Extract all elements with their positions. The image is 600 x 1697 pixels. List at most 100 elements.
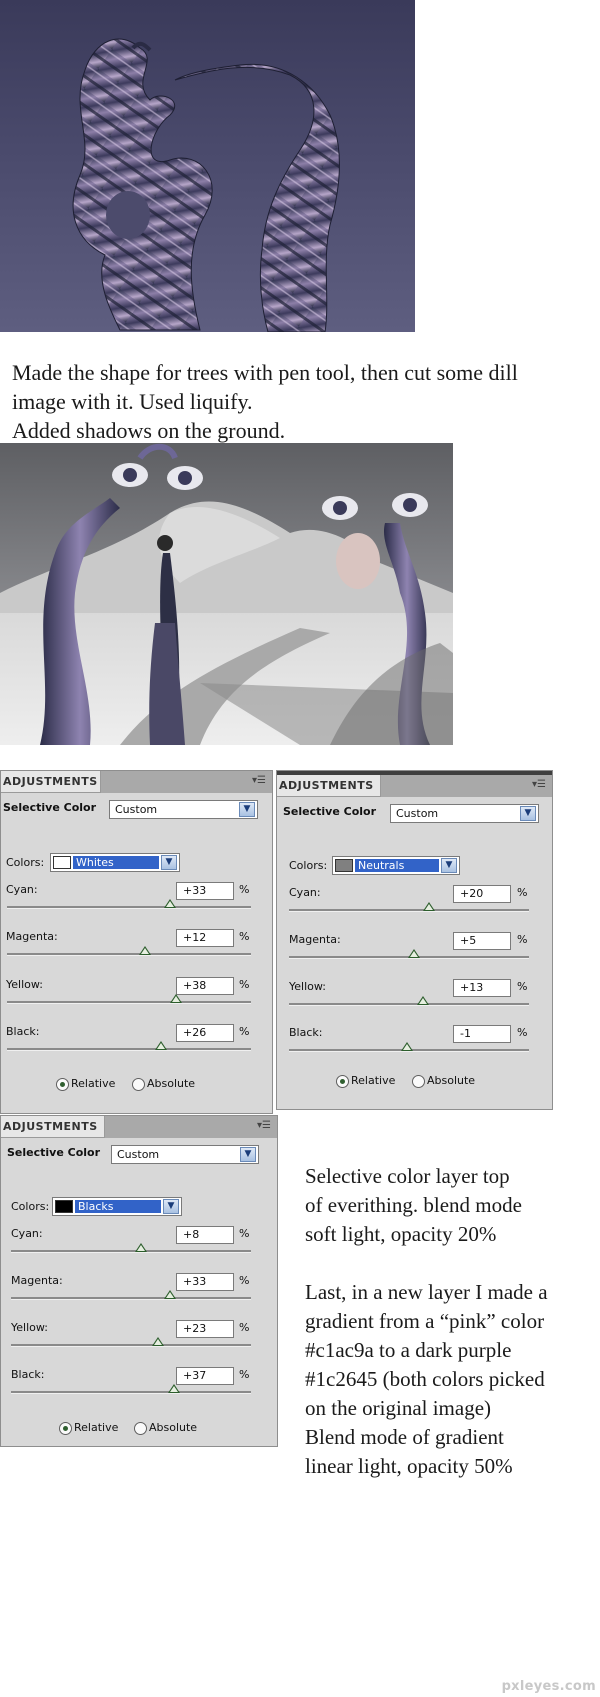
adjustments-panel-blacks: ADJUSTMENTS ▾☰ Selective Color Custom ▼ …	[0, 1115, 278, 1447]
slider-thumb-icon[interactable]	[164, 899, 176, 908]
colors-dropdown[interactable]: Neutrals ▼	[332, 856, 460, 875]
cyan-input[interactable]: +33	[176, 882, 234, 900]
slider-thumb-icon[interactable]	[417, 996, 429, 1005]
magenta-input[interactable]: +33	[176, 1273, 234, 1291]
yellow-label: Yellow:	[289, 980, 326, 993]
caption-line: soft light, opacity 20%	[305, 1222, 497, 1246]
relative-radio[interactable]	[336, 1075, 349, 1088]
preset-value: Custom	[115, 803, 158, 816]
caption-line: Blend mode of gradient	[305, 1425, 504, 1449]
caption-line: #1c2645 (both colors picked	[305, 1367, 545, 1391]
magenta-input[interactable]: +12	[176, 929, 234, 947]
panel-menu-icon[interactable]: ▾☰	[252, 775, 266, 786]
magenta-input[interactable]: +5	[453, 932, 511, 950]
dropdown-arrow-icon[interactable]: ▼	[240, 1147, 256, 1162]
caption-line: Selective color layer top	[305, 1164, 510, 1188]
magenta-label: Magenta:	[11, 1274, 63, 1287]
black-input[interactable]: -1	[453, 1025, 511, 1043]
tree-shapes-illustration	[72, 38, 340, 332]
preset-dropdown[interactable]: Custom ▼	[109, 800, 258, 819]
caption-line: Added shadows on the ground.	[12, 418, 286, 443]
preset-value: Custom	[396, 807, 439, 820]
yellow-slider-track[interactable]	[289, 1003, 529, 1006]
magenta-label: Magenta:	[6, 930, 58, 943]
cyan-label: Cyan:	[11, 1227, 43, 1240]
slider-thumb-icon[interactable]	[401, 1042, 413, 1051]
panel-menu-icon[interactable]: ▾☰	[257, 1120, 271, 1131]
dropdown-arrow-icon[interactable]: ▼	[441, 858, 457, 873]
absolute-radio[interactable]	[132, 1078, 145, 1091]
colors-value: Whites	[73, 856, 159, 869]
dropdown-arrow-icon[interactable]: ▼	[520, 806, 536, 821]
cyan-slider-track[interactable]	[11, 1250, 251, 1253]
panel-menu-icon[interactable]: ▾☰	[532, 779, 546, 790]
slider-thumb-icon[interactable]	[170, 994, 182, 1003]
slider-thumb-icon[interactable]	[139, 946, 151, 955]
cyan-slider-track[interactable]	[289, 909, 529, 912]
scene-image	[0, 443, 453, 745]
preset-dropdown[interactable]: Custom ▼	[390, 804, 539, 823]
black-label: Black:	[289, 1026, 323, 1039]
yellow-input[interactable]: +13	[453, 979, 511, 997]
black-input[interactable]: +37	[176, 1367, 234, 1385]
magenta-slider-track[interactable]	[11, 1297, 251, 1300]
absolute-label: Absolute	[427, 1074, 476, 1087]
colors-label: Colors:	[289, 859, 328, 872]
adjustments-tab[interactable]: ADJUSTMENTS	[1, 771, 101, 793]
caption-line: linear light, opacity 50%	[305, 1454, 513, 1478]
color-swatch	[55, 1200, 73, 1213]
colors-value: Blacks	[75, 1200, 161, 1213]
yellow-percent: %	[239, 1321, 250, 1334]
yellow-percent: %	[517, 980, 528, 993]
black-label: Black:	[11, 1368, 45, 1381]
yellow-slider-track[interactable]	[7, 1001, 251, 1004]
slider-thumb-icon[interactable]	[155, 1041, 167, 1050]
absolute-radio[interactable]	[134, 1422, 147, 1435]
slider-thumb-icon[interactable]	[152, 1337, 164, 1346]
colors-label: Colors:	[11, 1200, 50, 1213]
caption-line: gradient from a “pink” color	[305, 1309, 545, 1333]
cyan-input[interactable]: +8	[176, 1226, 234, 1244]
black-percent: %	[239, 1025, 250, 1038]
preset-dropdown[interactable]: Custom ▼	[111, 1145, 259, 1164]
relative-label: Relative	[351, 1074, 396, 1087]
dropdown-arrow-icon[interactable]: ▼	[239, 802, 255, 817]
adjustments-tab[interactable]: ADJUSTMENTS	[277, 775, 381, 797]
yellow-slider-track[interactable]	[11, 1344, 251, 1347]
cyan-percent: %	[517, 886, 528, 899]
black-percent: %	[517, 1026, 528, 1039]
slider-thumb-icon[interactable]	[164, 1290, 176, 1299]
relative-radio[interactable]	[56, 1078, 69, 1091]
colors-value: Neutrals	[355, 859, 439, 872]
caption-line: of everithing. blend mode	[305, 1193, 522, 1217]
caption-line: on the original image)	[305, 1396, 492, 1420]
cyan-input[interactable]: +20	[453, 885, 511, 903]
slider-thumb-icon[interactable]	[168, 1384, 180, 1393]
adjustments-tab[interactable]: ADJUSTMENTS	[1, 1116, 105, 1138]
slider-thumb-icon[interactable]	[135, 1243, 147, 1252]
yellow-input[interactable]: +23	[176, 1320, 234, 1338]
absolute-radio[interactable]	[412, 1075, 425, 1088]
relative-label: Relative	[74, 1421, 119, 1434]
absolute-label: Absolute	[147, 1077, 196, 1090]
caption-line: Made the shape for trees with pen tool, …	[12, 360, 518, 385]
selective-color-label: Selective Color	[7, 1146, 101, 1159]
dropdown-arrow-icon[interactable]: ▼	[161, 855, 177, 870]
adjustments-panel-neutrals: ADJUSTMENTS ▾☰ Selective Color Custom ▼ …	[276, 770, 553, 1110]
caption-selective-color: Selective color layer top of everithing.…	[305, 1162, 600, 1481]
selective-color-label: Selective Color	[283, 805, 377, 818]
black-slider-track[interactable]	[7, 1048, 251, 1051]
magenta-slider-track[interactable]	[7, 953, 251, 956]
relative-radio[interactable]	[59, 1422, 72, 1435]
slider-thumb-icon[interactable]	[408, 949, 420, 958]
dropdown-arrow-icon[interactable]: ▼	[163, 1199, 179, 1214]
absolute-label: Absolute	[149, 1421, 198, 1434]
yellow-input[interactable]: +38	[176, 977, 234, 995]
black-input[interactable]: +26	[176, 1024, 234, 1042]
slider-thumb-icon[interactable]	[423, 902, 435, 911]
colors-dropdown[interactable]: Whites ▼	[50, 853, 180, 872]
colors-dropdown[interactable]: Blacks ▼	[52, 1197, 182, 1216]
cyan-slider-track[interactable]	[7, 906, 251, 909]
black-slider-track[interactable]	[11, 1391, 251, 1394]
